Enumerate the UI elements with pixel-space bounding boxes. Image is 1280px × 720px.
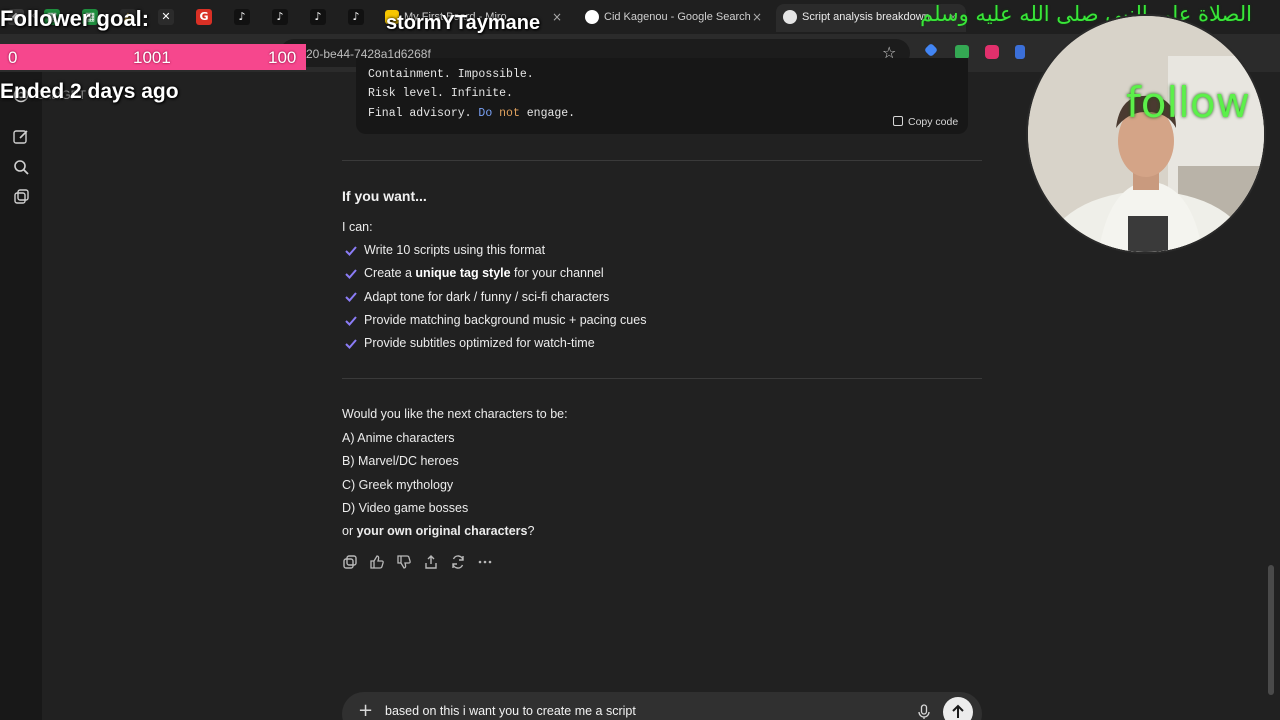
follower-goal-bar: 0 1001 100 bbox=[0, 44, 306, 70]
tab-favicon-icon[interactable]: ✕ bbox=[158, 9, 174, 25]
new-chat-icon[interactable] bbox=[12, 128, 30, 146]
follower-goal-title: Follower goal: bbox=[0, 6, 150, 31]
goal-start-value: 0 bbox=[8, 48, 18, 67]
option-item: B) Marvel/DC heroes bbox=[342, 454, 459, 468]
tab-close-icon[interactable]: × bbox=[752, 4, 762, 30]
option-item: C) Greek mythology bbox=[342, 478, 454, 492]
follow-overlay-text: follow bbox=[1126, 78, 1250, 127]
code-keyword: Do bbox=[478, 107, 493, 120]
copy-code-label: Copy code bbox=[908, 116, 959, 128]
arabic-banner: الصلاة على النبي صلى الله عليه وسلم bbox=[920, 2, 1252, 26]
checkmark-icon bbox=[345, 246, 357, 256]
code-line: Risk level. Infinite. bbox=[368, 87, 513, 100]
copy-code-button[interactable]: Copy code bbox=[893, 116, 958, 128]
screen: ◆ × ▦ ▦ ▲ ✕ G ♪ ♪ ♪ ♪ My First Board - Mi… bbox=[0, 0, 1280, 720]
question-prompt: Would you like the next characters to be… bbox=[342, 407, 568, 421]
checkmark-icon bbox=[345, 316, 357, 326]
search-icon[interactable] bbox=[12, 158, 30, 176]
copy-icon bbox=[893, 116, 903, 126]
checkmark-icon bbox=[345, 292, 357, 302]
regenerate-icon[interactable] bbox=[450, 554, 466, 570]
goal-ended-text: Ended 2 days ago bbox=[0, 80, 179, 103]
code-text: engage. bbox=[519, 107, 576, 120]
divider bbox=[342, 160, 982, 161]
webcam-image bbox=[1028, 16, 1264, 252]
list-item: Write 10 scripts using this format bbox=[364, 243, 546, 257]
divider bbox=[342, 378, 982, 379]
list-item-text: Create a bbox=[364, 266, 416, 280]
scrollbar[interactable] bbox=[1268, 565, 1274, 695]
tab-title: Script analysis breakdown bbox=[802, 11, 930, 23]
tab-google-search[interactable]: Cid Kagenou - Google Search × bbox=[578, 4, 770, 32]
code-line: Containment. Impossible. bbox=[368, 68, 534, 81]
option-bold: your own original characters bbox=[356, 524, 528, 538]
goal-current-value: 1001 bbox=[133, 48, 171, 67]
send-button[interactable] bbox=[943, 697, 973, 720]
list-item: Create a unique tag style for your chann… bbox=[364, 266, 604, 280]
shield-extension-icon[interactable] bbox=[955, 45, 969, 59]
checkmark-icon bbox=[345, 269, 357, 279]
arrow-up-icon bbox=[952, 704, 964, 718]
message-composer: + based on this i want you to create me … bbox=[342, 692, 982, 720]
streamer-name: stormYTaymane bbox=[386, 12, 541, 34]
option-item: D) Video game bosses bbox=[342, 501, 469, 515]
tab-title: Cid Kagenou - Google Search bbox=[604, 11, 751, 23]
share-icon[interactable] bbox=[423, 554, 439, 570]
list-item: Adapt tone for dark / funny / sci-fi cha… bbox=[364, 290, 610, 304]
option-text: or bbox=[342, 524, 357, 538]
goal-target-value: 100 bbox=[268, 48, 297, 67]
library-icon[interactable] bbox=[12, 188, 30, 206]
chatgpt-icon bbox=[783, 10, 797, 24]
tiktok-tab-icon[interactable]: ♪ bbox=[272, 9, 288, 25]
list-item: Provide matching background music + paci… bbox=[364, 313, 647, 327]
tab-close-icon[interactable]: × bbox=[552, 4, 562, 30]
list-item: Provide subtitles optimized for watch-ti… bbox=[364, 336, 595, 350]
list-item-bold: unique tag style bbox=[415, 266, 511, 280]
signal-extension-icon[interactable] bbox=[1015, 45, 1025, 59]
option-text: ? bbox=[527, 524, 535, 538]
sidebar bbox=[0, 72, 42, 720]
list-item-text: for your channel bbox=[510, 266, 604, 280]
intro-text: I can: bbox=[342, 220, 373, 234]
section-heading: If you want... bbox=[342, 188, 427, 204]
code-keyword: not bbox=[499, 107, 520, 120]
instagram-extension-icon[interactable] bbox=[985, 45, 999, 59]
thumbs-down-icon[interactable] bbox=[396, 554, 412, 570]
message-input[interactable]: based on this i want you to create me a … bbox=[385, 704, 636, 718]
tiktok-tab-icon[interactable]: ♪ bbox=[310, 9, 326, 25]
google-icon bbox=[585, 10, 599, 24]
tiktok-tab-icon[interactable]: ♪ bbox=[348, 9, 364, 25]
tab-favicon-icon[interactable]: G bbox=[196, 9, 212, 25]
webcam-feed bbox=[1026, 14, 1266, 254]
checkmark-icon bbox=[345, 339, 357, 349]
code-text: Final advisory. bbox=[368, 107, 479, 120]
thumbs-up-icon[interactable] bbox=[369, 554, 385, 570]
tiktok-tab-icon[interactable]: ♪ bbox=[234, 9, 250, 25]
option-item: or your own original characters? bbox=[342, 524, 534, 538]
add-attachment-button[interactable]: + bbox=[358, 700, 373, 720]
code-line: Final advisory. Do not engage. bbox=[368, 107, 575, 120]
microphone-icon[interactable] bbox=[917, 704, 931, 720]
more-options-icon[interactable] bbox=[477, 554, 493, 570]
copy-icon[interactable] bbox=[342, 554, 358, 570]
option-item: A) Anime characters bbox=[342, 431, 455, 445]
